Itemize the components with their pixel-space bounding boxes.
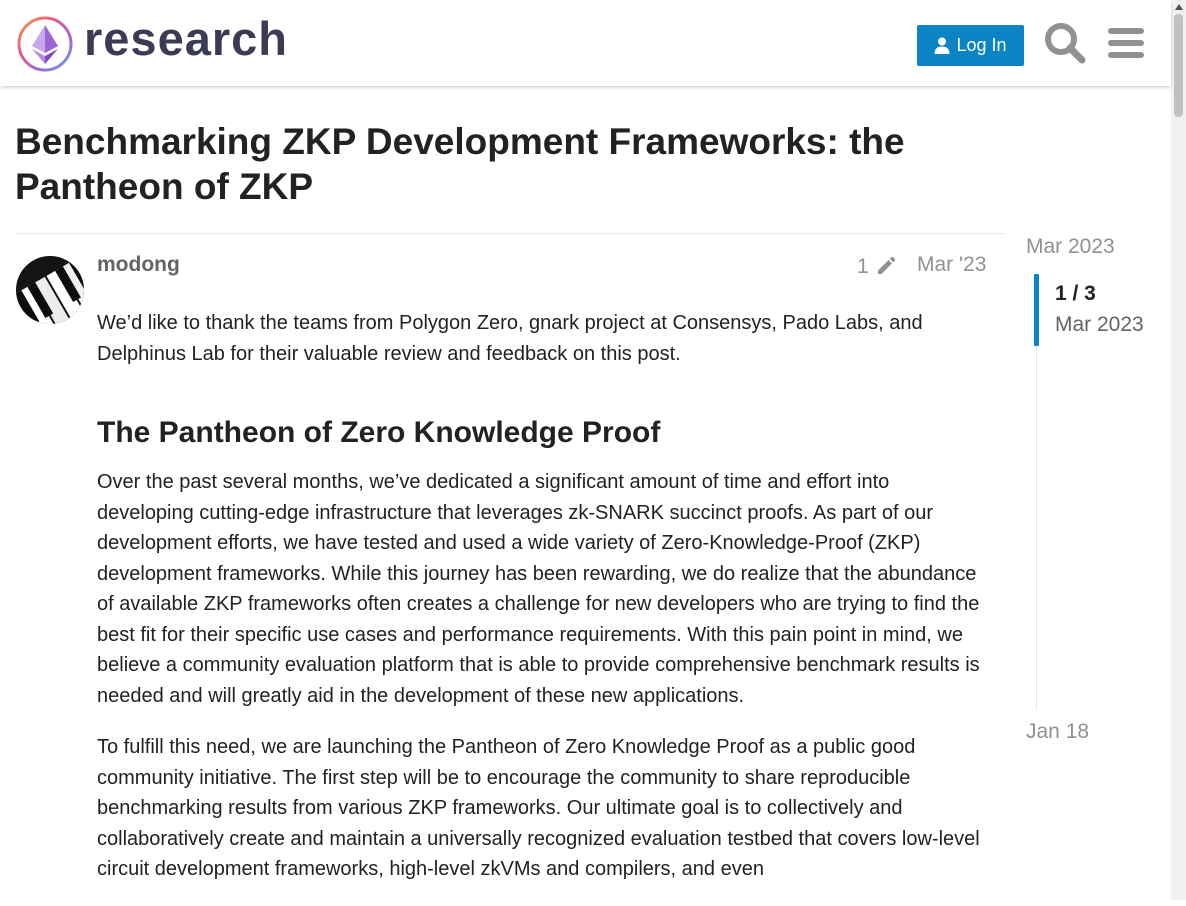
title-divider (15, 233, 1005, 234)
author-avatar[interactable] (16, 256, 84, 324)
post-username[interactable]: modong (97, 253, 180, 277)
login-label: Log In (956, 35, 1007, 55)
search-icon[interactable] (1043, 21, 1087, 65)
ethereum-logo-icon[interactable] (16, 15, 74, 73)
scrollbar-thumb[interactable] (1174, 14, 1183, 117)
edit-count[interactable]: 1 (857, 255, 869, 279)
timeline-current-date: Mar 2023 (1055, 313, 1144, 336)
topic-timeline: Mar 2023 1 / 3 Mar 2023 Jan 18 (1016, 230, 1166, 750)
scroll-up-arrow-icon[interactable] (1175, 4, 1183, 10)
page-scrollbar[interactable] (1171, 0, 1186, 900)
hamburger-menu-icon[interactable] (1104, 21, 1148, 65)
piano-keys-avatar-image (16, 256, 84, 324)
timeline-start-date[interactable]: Mar 2023 (1026, 235, 1115, 259)
timeline-scroll-handle[interactable] (1034, 274, 1039, 346)
post-date[interactable]: Mar '23 (917, 253, 986, 277)
site-name[interactable]: research (84, 11, 288, 66)
pencil-edit-icon[interactable] (876, 256, 896, 276)
post-paragraph: We’d like to thank the teams from Polygo… (97, 312, 923, 365)
topic-title[interactable]: Benchmarking ZKP Development Frameworks:… (15, 119, 1005, 209)
timeline-end-date[interactable]: Jan 18 (1026, 720, 1089, 744)
user-icon (934, 37, 950, 54)
post-heading: The Pantheon of Zero Knowledge Proof (97, 416, 661, 449)
post-paragraph: Over the past several months, we’ve dedi… (97, 471, 980, 707)
post-content: We’d like to thank the teams from Polygo… (97, 308, 990, 906)
timeline-post-progress: 1 / 3 (1055, 282, 1096, 305)
site-header: research Log In (0, 0, 1171, 86)
login-button[interactable]: Log In (917, 25, 1024, 66)
post-paragraph: To fulfill this need, we are launching t… (97, 736, 980, 880)
